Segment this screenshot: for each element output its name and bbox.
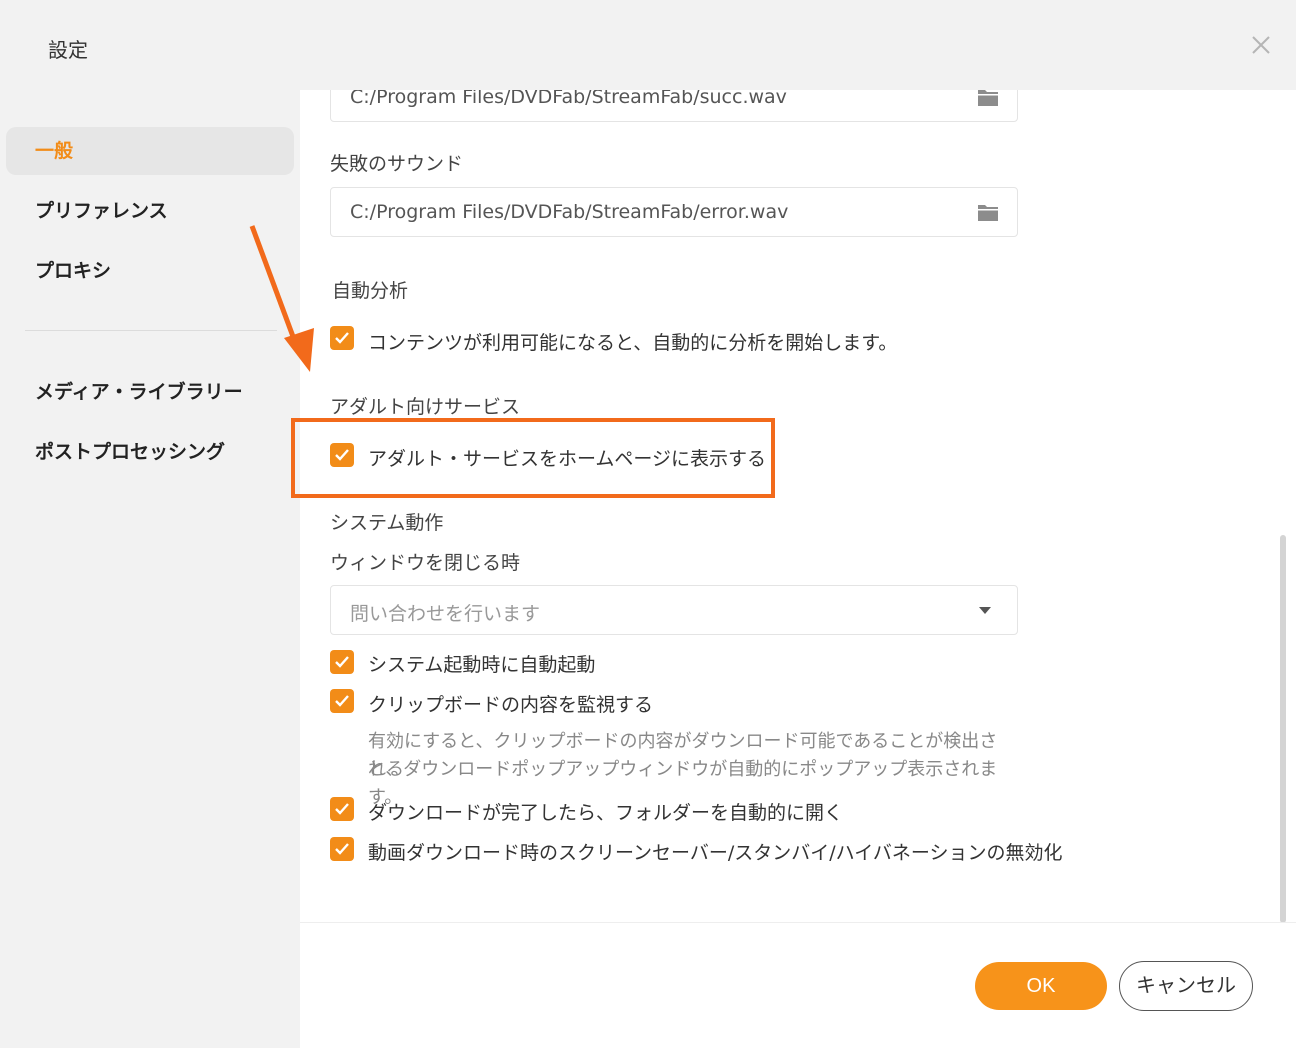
ok-button[interactable]: OK xyxy=(975,962,1107,1010)
window-close-select[interactable]: 問い合わせを行います xyxy=(330,585,1018,635)
window-title: 設定 xyxy=(48,38,88,62)
annotation-arrow-icon xyxy=(249,225,314,372)
auto-analysis-option-label: コンテンツが利用可能になると、自動的に分析を開始します。 xyxy=(368,332,898,354)
close-icon[interactable] xyxy=(1246,30,1276,60)
settings-content: C:/Program Files/DVDFab/StreamFab/succ.w… xyxy=(300,90,1296,1048)
autostart-checkbox[interactable] xyxy=(330,650,354,674)
cancel-button[interactable]: キャンセル xyxy=(1119,961,1253,1011)
checkmark-icon xyxy=(335,695,349,707)
title-bar: 設定 xyxy=(0,0,1296,90)
disable-screensaver-checkbox[interactable] xyxy=(330,837,354,861)
sidebar-item-general[interactable]: 一般 xyxy=(6,127,294,175)
disable-screensaver-option-label: 動画ダウンロード時のスクリーンセーバー/スタンバイ/ハイバネーションの無効化 xyxy=(368,842,1063,864)
auto-analysis-checkbox[interactable] xyxy=(330,326,354,350)
sidebar-item-post-processing[interactable]: ポストプロセッシング xyxy=(6,428,294,476)
checkmark-icon xyxy=(335,656,349,668)
open-folder-option-label: ダウンロードが完了したら、フォルダーを自動的に開く xyxy=(368,802,844,824)
checkmark-icon xyxy=(335,843,349,855)
failure-sound-field[interactable]: C:/Program Files/DVDFab/StreamFab/error.… xyxy=(330,187,1018,237)
system-behavior-heading: システム動作 xyxy=(330,512,444,534)
clipboard-monitor-checkbox[interactable] xyxy=(330,689,354,713)
checkmark-icon xyxy=(335,803,349,815)
footer-divider xyxy=(300,922,1296,923)
success-sound-path: C:/Program Files/DVDFab/StreamFab/succ.w… xyxy=(350,90,787,108)
checkmark-icon xyxy=(335,332,349,344)
adult-services-heading: アダルト向けサービス xyxy=(330,396,521,418)
failure-sound-label: 失敗のサウンド xyxy=(330,153,464,175)
clipboard-monitor-option-label: クリップボードの内容を監視する xyxy=(368,694,654,716)
window-close-label: ウィンドウを閉じる時 xyxy=(330,552,521,574)
auto-analysis-heading: 自動分析 xyxy=(332,280,409,302)
highlight-box xyxy=(291,418,775,498)
failure-sound-path: C:/Program Files/DVDFab/StreamFab/error.… xyxy=(350,201,789,223)
chevron-down-icon[interactable] xyxy=(979,607,991,614)
scrollbar-thumb[interactable] xyxy=(1280,535,1286,923)
autostart-option-label: システム起動時に自動起動 xyxy=(368,654,596,676)
window-close-selected-value: 問い合わせを行います xyxy=(350,603,541,625)
success-sound-field[interactable]: C:/Program Files/DVDFab/StreamFab/succ.w… xyxy=(330,90,1018,122)
folder-icon[interactable] xyxy=(977,90,999,107)
open-folder-checkbox[interactable] xyxy=(330,797,354,821)
folder-icon[interactable] xyxy=(977,202,999,222)
